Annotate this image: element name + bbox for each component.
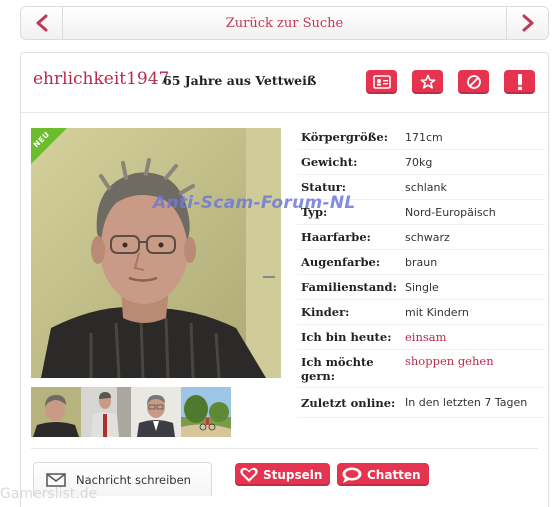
attribute-row: Typ: Nord-Europäisch	[297, 200, 545, 225]
attribute-value: braun	[405, 255, 438, 269]
block-user-button[interactable]	[458, 70, 489, 94]
write-message-label: Nachricht schreiben	[76, 472, 191, 487]
attribute-value: schwarz	[405, 230, 450, 244]
favorite-button[interactable]	[412, 70, 443, 94]
chatten-label: Chatten	[367, 467, 421, 482]
attribute-value-link[interactable]: shoppen gehen	[403, 350, 545, 368]
back-to-search-link[interactable]: Zurück zur Suche	[63, 7, 506, 39]
thumbnail-image	[81, 387, 131, 437]
profile-username[interactable]: ehrlichkeit1947	[33, 69, 169, 89]
attribute-row: Ich möchte gern: shoppen gehen	[297, 350, 545, 388]
profile-attributes: Körpergröße: 171cm Gewicht: 70kg Statur:…	[297, 125, 545, 418]
attribute-row: Gewicht: 70kg	[297, 150, 545, 175]
attribute-value: Single	[405, 280, 439, 294]
attribute-label: Körpergröße:	[301, 130, 388, 144]
attribute-label: Gewicht:	[301, 155, 358, 169]
attribute-row: Ich bin heute: einsam	[297, 325, 545, 350]
thumbnail-image	[31, 387, 81, 437]
profile-photo-image	[31, 128, 281, 378]
view-profile-button[interactable]	[366, 70, 397, 94]
photo-thumbnail[interactable]	[181, 387, 231, 437]
attribute-row: Körpergröße: 171cm	[297, 125, 545, 150]
next-profile-button[interactable]	[506, 7, 548, 39]
site-watermark: Gamerslist.de	[0, 486, 98, 502]
chevron-right-icon	[522, 14, 533, 32]
photo-thumbnail[interactable]	[131, 387, 181, 437]
star-icon	[420, 74, 435, 89]
report-user-button[interactable]	[504, 70, 535, 94]
profile-card: ehrlichkeit1947 65 Jahre aus Vettweiß NE…	[20, 52, 549, 507]
attribute-label: Zuletzt online:	[301, 395, 396, 410]
attribute-row: Haarfarbe: schwarz	[297, 225, 545, 250]
attribute-value: In den letzten 7 Tagen	[405, 396, 528, 409]
attribute-row: Zuletzt online: In den letzten 7 Tagen	[297, 388, 545, 418]
attribute-label: Kinder:	[301, 305, 350, 319]
photo-thumbnail[interactable]	[31, 387, 81, 437]
attribute-row: Statur: schlank	[297, 175, 545, 200]
stupseln-label: Stupseln	[263, 467, 323, 482]
attribute-label: Haarfarbe:	[301, 230, 371, 244]
photo-thumbnail[interactable]	[81, 387, 131, 437]
attribute-value: 70kg	[405, 155, 433, 169]
photo-thumbnails	[31, 387, 231, 437]
chevron-left-icon	[36, 14, 47, 32]
attribute-row: Augenfarbe: braun	[297, 250, 545, 275]
attribute-value: Nord-Europäisch	[405, 205, 496, 219]
chatten-button[interactable]: Chatten	[337, 463, 429, 486]
attribute-label: Augenfarbe:	[301, 255, 381, 269]
search-navigation-bar: Zurück zur Suche	[20, 6, 549, 40]
exclamation-icon	[517, 74, 522, 90]
attribute-label: Familienstand:	[301, 280, 397, 294]
attribute-label: Typ:	[301, 205, 328, 219]
attribute-row: Kinder: mit Kindern	[297, 300, 545, 325]
chat-bubble-icon	[342, 467, 362, 483]
profile-card-icon	[372, 75, 391, 89]
envelope-icon	[46, 472, 66, 487]
thumbnail-image	[131, 387, 181, 437]
profile-age-location: 65 Jahre aus Vettweiß	[163, 73, 317, 88]
profile-header: ehrlichkeit1947 65 Jahre aus Vettweiß	[21, 53, 548, 113]
stupseln-button[interactable]: Stupseln	[235, 463, 331, 486]
attribute-value: schlank	[405, 180, 447, 194]
attribute-value-link[interactable]: einsam	[403, 330, 545, 344]
section-divider	[31, 448, 538, 449]
attribute-label: Ich möchte gern:	[301, 354, 374, 383]
block-icon	[466, 75, 481, 89]
attribute-label: Statur:	[301, 180, 347, 194]
thumbnail-image	[181, 387, 231, 437]
main-profile-photo[interactable]: NEU	[31, 128, 281, 378]
attribute-value: 171cm	[405, 130, 443, 144]
attribute-value: mit Kindern	[405, 305, 469, 319]
heart-icon	[240, 467, 258, 482]
attribute-row: Familienstand: Single	[297, 275, 545, 300]
attribute-label: Ich bin heute:	[301, 330, 392, 344]
previous-profile-button[interactable]	[21, 7, 63, 39]
